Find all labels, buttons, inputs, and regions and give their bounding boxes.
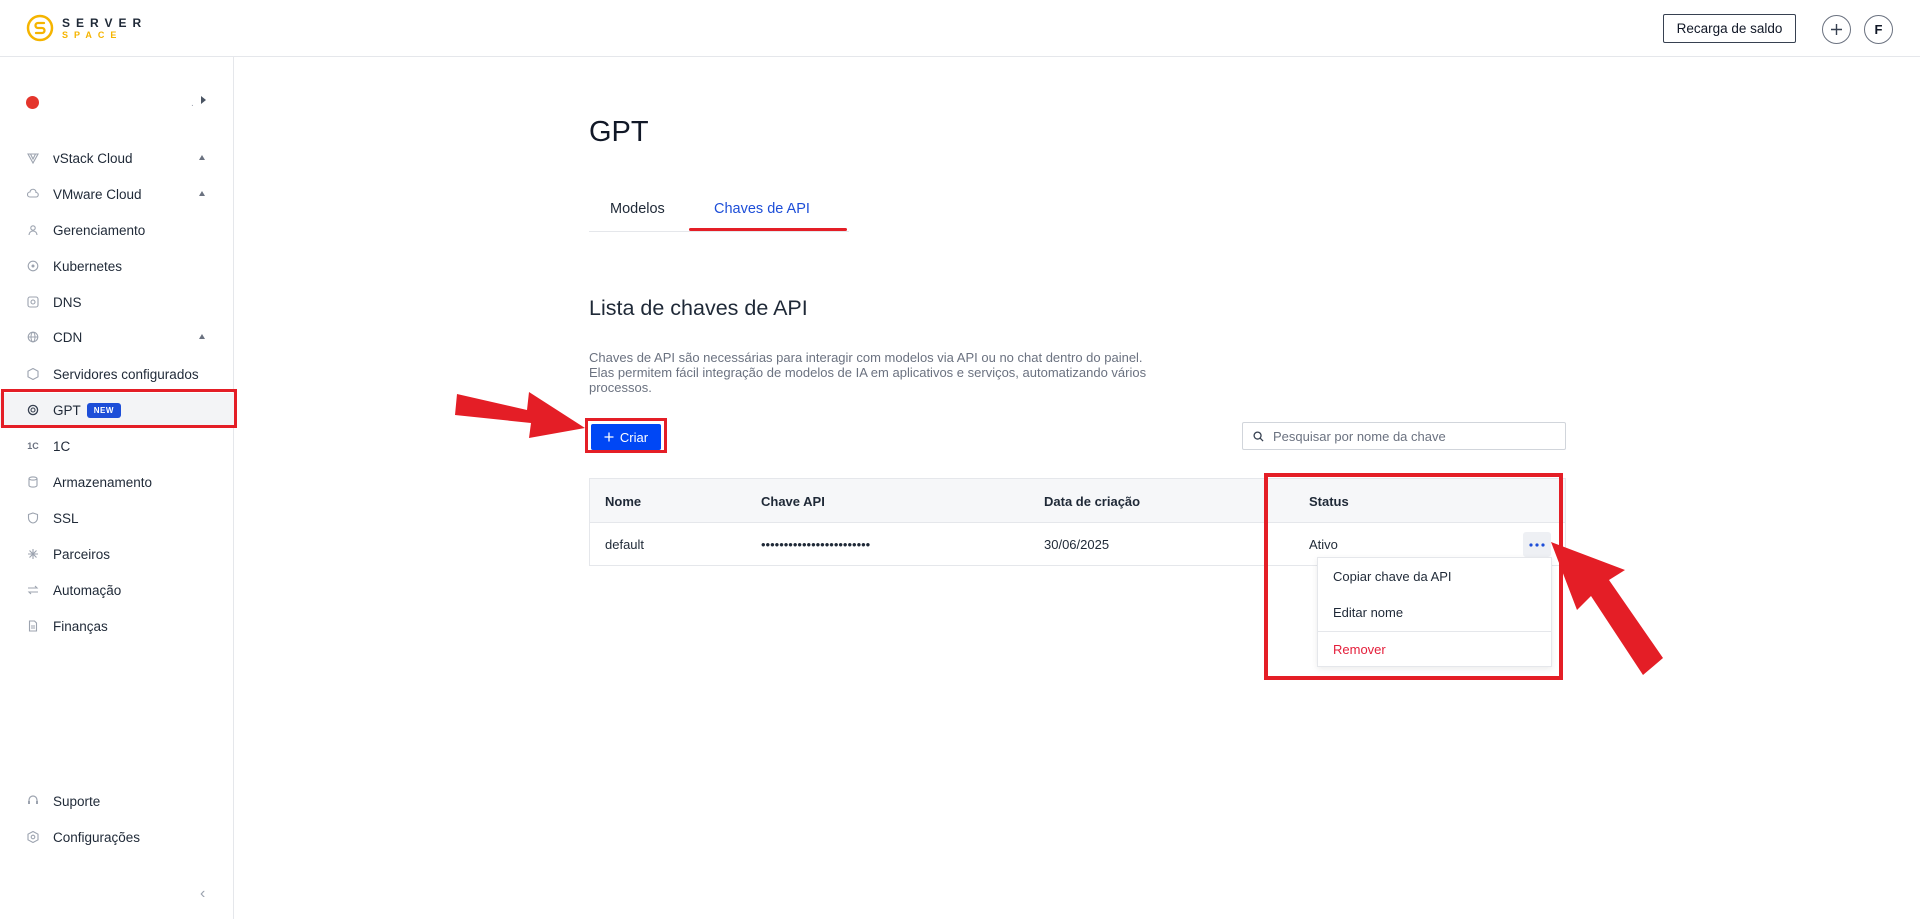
sidebar-item-label: Parceiros — [53, 546, 111, 562]
sidebar-item-label: VMware Cloud — [53, 186, 142, 202]
annotation-arrow-create — [455, 392, 585, 438]
database-icon — [27, 476, 39, 488]
user-avatar[interactable]: F — [1864, 15, 1893, 44]
cell-name: default — [605, 537, 645, 552]
annotation-highlight-create — [585, 418, 667, 453]
annotation-arrow-menu — [1551, 542, 1663, 675]
sidebar-item-ssl[interactable]: SSL — [0, 501, 234, 535]
description-line: Chaves de API são necessárias para inter… — [589, 350, 1143, 365]
sidebar-item-label: Configurações — [53, 829, 141, 845]
cloud-icon — [27, 188, 39, 200]
kubernetes-icon — [27, 260, 39, 272]
sidebar-item-dns[interactable]: DNS — [0, 285, 234, 319]
serverspace-logo-icon — [26, 14, 54, 42]
collapse-sidebar-icon[interactable]: ‹ — [200, 885, 205, 903]
sidebar-item-label: Gerenciamento — [53, 222, 146, 238]
sidebar-item-servidores-configurados[interactable]: Servidores configurados — [0, 357, 234, 391]
description-line: processos. — [589, 380, 652, 395]
expand-caret-icon — [199, 334, 205, 339]
headset-icon — [27, 795, 39, 807]
top-header: SERVER SPACE Recarga de saldo F — [0, 0, 1920, 57]
search-box[interactable] — [1242, 422, 1566, 450]
sidebar-item-finan-as[interactable]: Finanças — [0, 609, 234, 643]
server-icon — [27, 368, 39, 380]
column-header-chave-api: Chave API — [761, 494, 825, 509]
annotation-tab-underline — [689, 228, 847, 231]
document-icon — [27, 620, 39, 632]
expand-caret-icon — [199, 191, 205, 196]
project-dot-small: . — [191, 98, 194, 109]
sidebar-item-1c[interactable]: 1C 1C — [0, 429, 234, 463]
sidebar-item-label: 1C — [53, 438, 71, 454]
partners-icon — [27, 548, 39, 560]
sidebar-item-vmware-cloud[interactable]: VMware Cloud — [0, 177, 234, 211]
recharge-balance-button[interactable]: Recarga de saldo — [1663, 14, 1796, 43]
settings-icon — [27, 831, 39, 843]
sidebar-item-vstack-cloud[interactable]: vStack Cloud — [0, 141, 234, 175]
sidebar-item-kubernetes[interactable]: Kubernetes — [0, 249, 234, 283]
annotation-highlight-gpt — [1, 389, 237, 428]
description-line: Elas permitem fácil integração de modelo… — [589, 365, 1147, 380]
logo-text-top: SERVER — [62, 15, 148, 30]
onec-icon: 1C — [27, 441, 39, 451]
annotation-highlight-status — [1264, 473, 1563, 680]
sidebar-item-cdn[interactable]: CDN — [0, 320, 234, 354]
project-selector[interactable]: . — [26, 92, 206, 112]
plus-icon — [1831, 24, 1842, 35]
logo-text-bottom: SPACE — [62, 29, 123, 40]
dns-icon — [27, 296, 39, 308]
section-description: Chaves de API são necessárias para inter… — [589, 350, 1189, 395]
cell-api-key: •••••••••••••••••••••••• — [761, 537, 871, 552]
page-title: GPT — [589, 116, 649, 148]
add-button[interactable] — [1822, 15, 1851, 44]
cell-created-date: 30/06/2025 — [1044, 537, 1110, 552]
sidebar-item-label: Finanças — [53, 618, 108, 634]
logo[interactable]: SERVER SPACE — [26, 14, 147, 42]
sidebar-item-suporte[interactable]: Suporte — [0, 784, 234, 818]
sidebar-item-label: Automação — [53, 582, 122, 598]
sidebar-item-label: SSL — [53, 510, 79, 526]
sidebar-item-automa-o[interactable]: Automação — [0, 573, 234, 607]
search-icon — [1253, 430, 1264, 442]
sidebar-item-parceiros[interactable]: Parceiros — [0, 537, 234, 571]
chevron-right-icon — [201, 96, 206, 104]
sidebar-item-label: Armazenamento — [53, 474, 153, 490]
sidebar-item-configuracoes[interactable]: Configurações — [0, 820, 234, 854]
sidebar-item-label: Suporte — [53, 793, 101, 809]
vstack-icon — [27, 152, 39, 164]
sidebar-item-label: Servidores configurados — [53, 366, 199, 382]
sidebar-item-armazenamento[interactable]: Armazenamento — [0, 465, 234, 499]
sidebar-item-label: vStack Cloud — [53, 150, 133, 166]
column-header-data: Data de criação — [1044, 494, 1141, 509]
project-status-dot — [26, 95, 39, 109]
sidebar-item-label: Kubernetes — [53, 258, 123, 274]
sidebar-item-label: DNS — [53, 294, 82, 310]
search-input[interactable] — [1273, 428, 1553, 444]
section-title: Lista de chaves de API — [589, 296, 808, 320]
column-header-nome: Nome — [605, 494, 642, 509]
globe-icon — [27, 331, 39, 343]
tab-modelos[interactable]: Modelos — [610, 201, 665, 217]
sidebar-item-gerenciamento[interactable]: Gerenciamento — [0, 213, 234, 247]
automation-icon — [27, 584, 39, 596]
tab-chaves-de-api[interactable]: Chaves de API — [714, 201, 810, 217]
expand-caret-icon — [199, 155, 205, 160]
tab-bar: Modelos Chaves de API — [589, 196, 849, 232]
sidebar-item-label: CDN — [53, 329, 83, 345]
user-icon — [27, 224, 39, 236]
shield-icon — [27, 512, 39, 524]
